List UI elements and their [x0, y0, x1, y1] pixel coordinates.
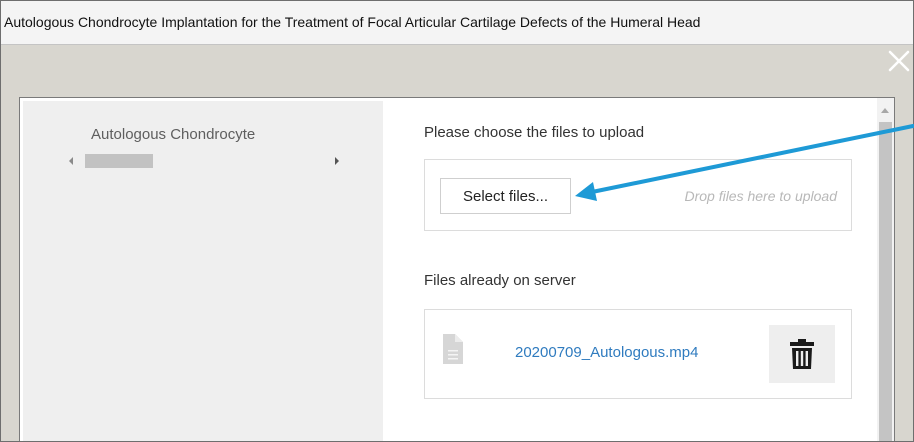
left-panel: Autologous Chondrocyte: [23, 101, 383, 441]
close-icon: [888, 50, 910, 72]
vertical-scrollbar-thumb[interactable]: [879, 122, 892, 441]
vertical-scrollbar[interactable]: [877, 98, 894, 441]
trash-icon: [790, 339, 814, 369]
upload-label: Please choose the files to upload: [424, 124, 645, 141]
scroll-right-arrow-icon[interactable]: [335, 157, 339, 165]
dialog-content: Autologous Chondrocyte Please choose the…: [19, 97, 895, 441]
server-file-link[interactable]: 20200709_Autologous.mp4: [515, 344, 699, 361]
scroll-left-arrow-icon[interactable]: [69, 157, 73, 165]
dialog-titlebar: Autologous Chondrocyte Implantation for …: [1, 1, 913, 45]
upload-dialog: Autologous Chondrocyte Implantation for …: [0, 0, 914, 442]
scroll-up-arrow-icon[interactable]: [881, 108, 889, 113]
close-button[interactable]: [887, 49, 911, 73]
file-dropzone[interactable]: Select files... Drop files here to uploa…: [424, 159, 852, 231]
drop-hint: Drop files here to upload: [684, 188, 837, 204]
left-panel-title: Autologous Chondrocyte: [91, 126, 256, 143]
file-icon: [443, 334, 463, 364]
dialog-title: Autologous Chondrocyte Implantation for …: [4, 14, 701, 30]
delete-file-button[interactable]: [769, 325, 835, 383]
server-file-item: 20200709_Autologous.mp4: [424, 309, 852, 399]
select-files-button[interactable]: Select files...: [440, 178, 571, 214]
horizontal-scrollbar[interactable]: [69, 154, 339, 168]
scrollbar-thumb[interactable]: [85, 154, 153, 168]
server-files-label: Files already on server: [424, 272, 576, 289]
